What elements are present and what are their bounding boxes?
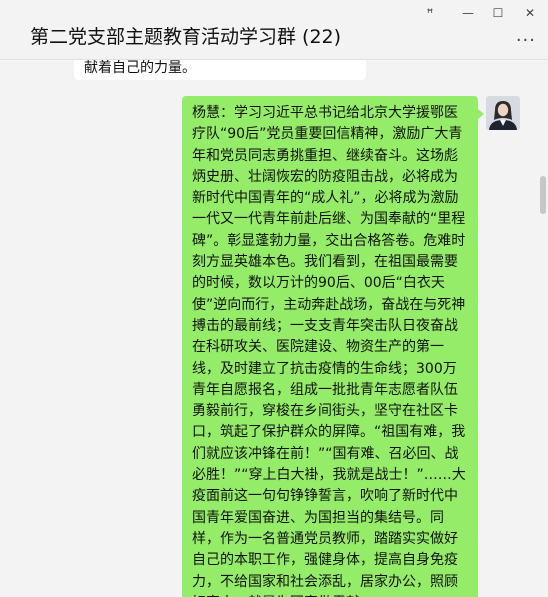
previous-message-text: 献着自己的力量。 xyxy=(84,60,196,76)
scrollbar-thumb[interactable] xyxy=(540,176,546,214)
previous-message-bubble: 献着自己的力量。 xyxy=(74,60,366,80)
more-options-icon[interactable]: ··· xyxy=(516,30,536,51)
chat-area[interactable]: 献着自己的力量。 杨慧：学习习近平总书记给北京大学援鄂医疗队“90后”党员重要回… xyxy=(0,60,548,597)
pin-icon[interactable]: ꟸ xyxy=(418,4,442,22)
chat-title: 第二党支部主题教育活动学习群 (22) xyxy=(30,26,342,48)
maximize-button[interactable]: ☐ xyxy=(486,4,510,22)
title-bar: 第二党支部主题教育活动学习群 (22) ꟸ — ☐ ✕ ··· xyxy=(0,0,548,60)
avatar[interactable] xyxy=(486,96,520,130)
user-avatar-icon xyxy=(486,96,520,130)
minimize-button[interactable]: — xyxy=(456,4,480,22)
message-bubble-self[interactable]: 杨慧：学习习近平总书记给北京大学援鄂医疗队“90后”党员重要回信精神，激励广大青… xyxy=(182,96,478,597)
close-button[interactable]: ✕ xyxy=(518,4,542,22)
message-text: 杨慧：学习习近平总书记给北京大学援鄂医疗队“90后”党员重要回信精神，激励广大青… xyxy=(192,105,466,597)
bubble-tail xyxy=(477,108,484,120)
